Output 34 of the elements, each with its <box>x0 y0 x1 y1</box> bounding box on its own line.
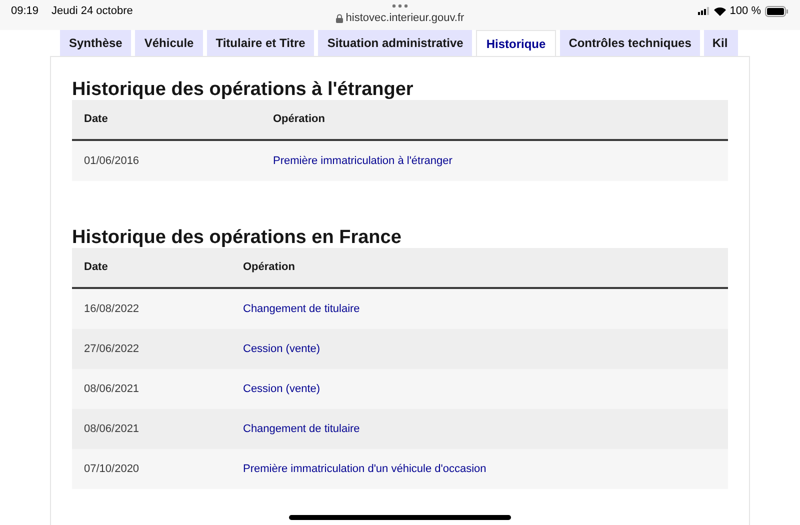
clock-time: 09:19 <box>11 4 39 19</box>
date-text: Jeudi 24 octobre <box>52 4 133 19</box>
column-header: Opération <box>243 260 295 276</box>
tab[interactable]: Situation administrative <box>318 30 472 56</box>
date-cell-text: 08/06/2021 <box>84 382 140 397</box>
tab[interactable]: Kil <box>704 30 738 56</box>
operation-link[interactable]: Changement de titulaire <box>243 300 360 318</box>
date-cell-text: 27/06/2022 <box>84 342 140 357</box>
section-title: Historique des opérations en France <box>72 227 402 249</box>
operation-link[interactable]: Première immatriculation d'un véhicule d'occasion <box>243 460 486 478</box>
lock-icon <box>336 14 343 23</box>
url-text[interactable]: histovec.interieur.gouv.fr <box>346 10 464 26</box>
operation-link[interactable]: Première immatriculation à l'étranger <box>273 152 452 170</box>
tab[interactable]: Véhicule <box>135 30 203 56</box>
operation-link[interactable]: Cession (vente) <box>243 380 320 398</box>
column-header: Date <box>84 112 109 128</box>
date-cell-text: 08/06/2021 <box>84 422 140 437</box>
operation-link[interactable]: Changement de titulaire <box>243 420 360 438</box>
date-cell-text: 16/08/2022 <box>84 302 140 317</box>
battery-percent: 100 % <box>730 4 761 19</box>
date-cell-text: 01/06/2016 <box>84 154 140 169</box>
section-title: Historique des opérations à l'étranger <box>72 79 414 101</box>
column-header: Date <box>84 260 109 276</box>
tab[interactable]: Titulaire et Titre <box>206 30 314 56</box>
date-cell-text: 07/10/2020 <box>84 462 140 477</box>
operation-link[interactable]: Cession (vente) <box>243 340 320 358</box>
tab[interactable]: Historique <box>476 30 556 56</box>
signal-icon <box>698 7 710 16</box>
column-header: Opération <box>273 112 325 128</box>
tab[interactable]: Synthèse <box>60 30 132 56</box>
battery-icon <box>765 6 789 17</box>
wifi-icon <box>714 6 726 16</box>
more-icon[interactable] <box>392 4 408 8</box>
tab[interactable]: Contrôles techniques <box>560 30 700 56</box>
